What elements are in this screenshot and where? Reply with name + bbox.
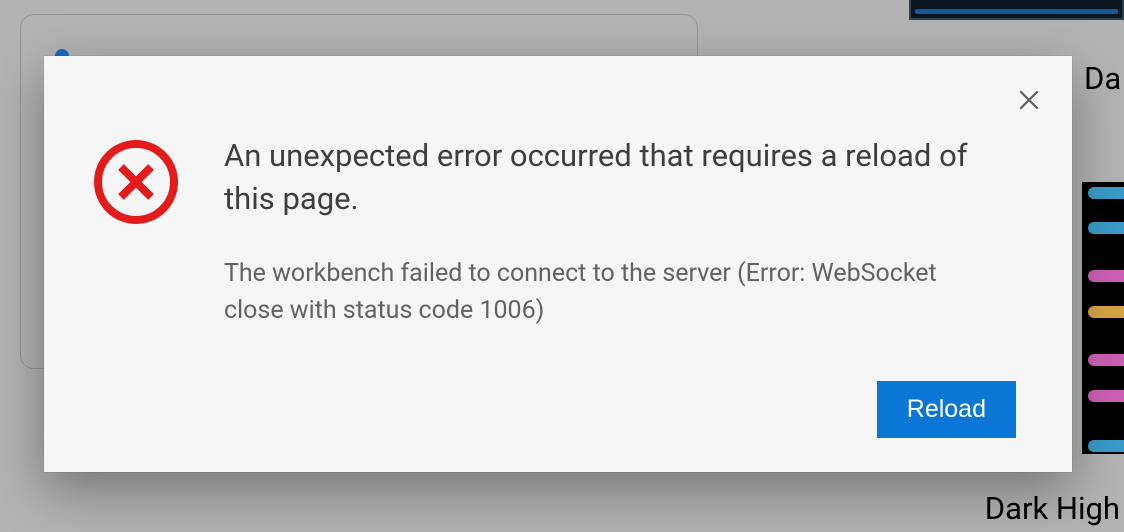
close-icon xyxy=(1019,90,1039,113)
background-panel-bar xyxy=(1088,306,1124,318)
error-dialog: An unexpected error occurred that requir… xyxy=(44,56,1072,472)
background-panel-bar xyxy=(1088,440,1124,452)
dialog-message: The workbench failed to connect to the s… xyxy=(224,255,994,330)
background-theme-thumb-bottom xyxy=(1082,182,1124,454)
background-theme-label-top: Da xyxy=(1084,60,1124,97)
reload-button[interactable]: Reload xyxy=(877,381,1016,438)
background-panel-bar xyxy=(1088,222,1124,234)
error-icon xyxy=(92,211,180,230)
background-theme-label-bottom: Dark High xyxy=(985,490,1120,527)
dialog-title: An unexpected error occurred that requir… xyxy=(224,134,984,221)
background-panel-bar xyxy=(1088,390,1124,402)
background-panel-bar xyxy=(1088,270,1124,282)
background-theme-thumb-top xyxy=(909,0,1124,20)
background-panel-bar xyxy=(1088,187,1124,199)
close-button[interactable] xyxy=(1014,86,1044,116)
background-panel-bar xyxy=(1088,354,1124,366)
